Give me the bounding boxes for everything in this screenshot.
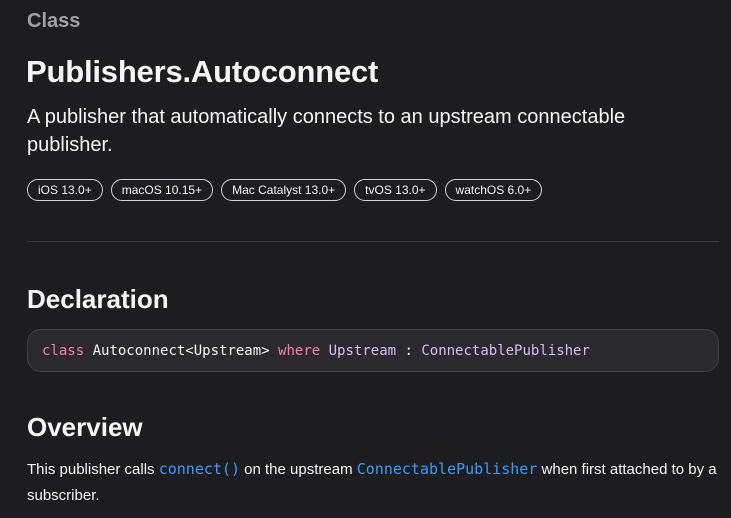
code-keyword-where: where: [278, 342, 321, 359]
overview-text-2: on the upstream: [240, 461, 357, 478]
code-conformance-link[interactable]: ConnectablePublisher: [421, 343, 590, 359]
code-keyword-class: class: [42, 342, 85, 359]
declaration-code-block: class Autoconnect<Upstream> where Upstre…: [27, 329, 719, 372]
code-colon: :: [396, 342, 422, 359]
overview-paragraph: This publisher calls connect() on the up…: [27, 456, 717, 509]
connect-method-link[interactable]: connect(): [159, 460, 240, 478]
section-divider: [27, 241, 719, 242]
overview-text-1: This publisher calls: [27, 461, 159, 478]
page-title: Publishers.Autoconnect: [26, 54, 379, 89]
availability-badges: iOS 13.0+ macOS 10.15+ Mac Catalyst 13.0…: [27, 179, 543, 201]
overview-heading: Overview: [27, 412, 143, 442]
connectable-publisher-link[interactable]: ConnectablePublisher: [357, 460, 538, 478]
abstract-text: A publisher that automatically connects …: [27, 106, 626, 156]
symbol-kind-eyebrow: Class: [27, 10, 81, 32]
availability-badge-mac-catalyst: Mac Catalyst 13.0+: [221, 179, 347, 201]
documentation-page: Class Publishers.Autoconnect A publisher…: [0, 0, 731, 518]
availability-badge-watchos: watchOS 6.0+: [444, 179, 543, 201]
code-type-name: Autoconnect<Upstream>: [84, 342, 279, 359]
availability-badge-tvos: tvOS 13.0+: [354, 179, 437, 201]
availability-badge-ios: iOS 13.0+: [27, 179, 103, 201]
availability-badge-macos: macOS 10.15+: [110, 179, 214, 201]
declaration-heading: Declaration: [27, 284, 169, 314]
code-generic-param: Upstream: [320, 342, 397, 359]
